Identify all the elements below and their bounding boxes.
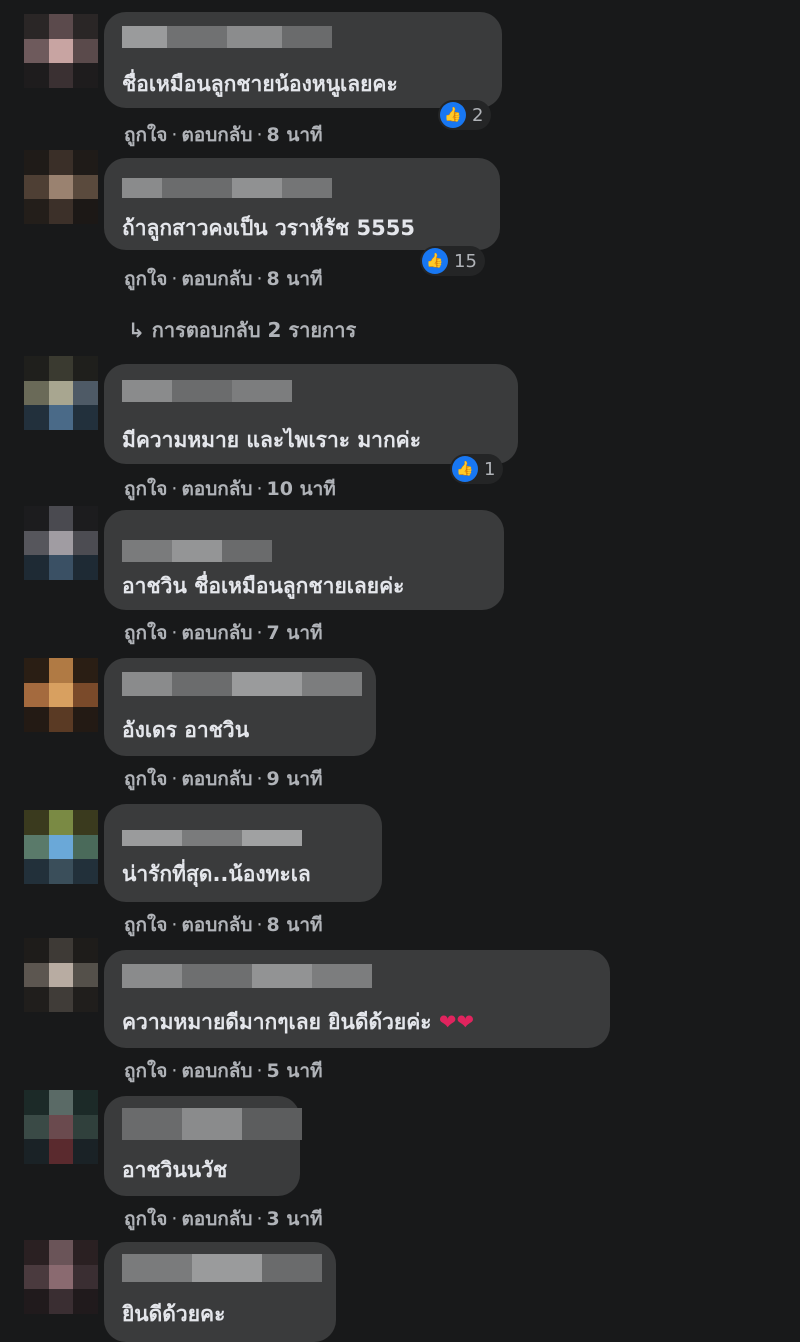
avatar[interactable]: [24, 810, 98, 884]
comment-actions: ถูกใจ · ตอบกลับ · 10 นาที: [124, 478, 336, 500]
blurred-author-name[interactable]: [122, 830, 302, 846]
comment-text: น่ารักที่สุด..น้องทะเล: [122, 862, 311, 886]
comment-actions: ถูกใจ · ตอบกลับ · 3 นาที: [124, 1208, 323, 1230]
blurred-author-name[interactable]: [122, 540, 272, 562]
like-thumb-icon: 👍: [452, 456, 478, 482]
heart-icon: ❤❤: [438, 1010, 475, 1034]
blurred-author-name[interactable]: [122, 964, 372, 988]
reply-link[interactable]: ตอบกลับ: [181, 124, 252, 146]
comment-actions: ถูกใจ · ตอบกลับ · 8 นาที: [124, 268, 323, 290]
view-replies-link[interactable]: ↳ การตอบกลับ 2 รายการ: [128, 314, 356, 346]
comment-bubble: ถ้าลูกสาวคงเป็น วราห์รัช 5555: [104, 158, 500, 250]
reply-link[interactable]: ตอบกลับ: [181, 1208, 252, 1230]
comment-time[interactable]: 9 นาที: [267, 768, 323, 790]
reply-link[interactable]: ตอบกลับ: [181, 914, 252, 936]
comment-bubble: อาชวินนวัช: [104, 1096, 302, 1196]
avatar[interactable]: [24, 150, 98, 224]
reaction-count[interactable]: 👍 1: [450, 454, 504, 484]
blurred-author-name[interactable]: [122, 1108, 302, 1140]
avatar[interactable]: [24, 1090, 98, 1164]
reply-link[interactable]: ตอบกลับ: [181, 1060, 252, 1082]
blurred-author-name[interactable]: [122, 672, 362, 696]
reply-link[interactable]: ตอบกลับ: [181, 622, 252, 644]
avatar[interactable]: [24, 356, 98, 430]
comment-bubble: ความหมายดีมากๆเลย ยินดีด้วยค่ะ ❤❤: [104, 950, 610, 1048]
comment-time[interactable]: 8 นาที: [267, 124, 323, 146]
like-thumb-icon: 👍: [422, 248, 448, 274]
avatar[interactable]: [24, 658, 98, 732]
comment-actions: ถูกใจ · ตอบกลับ · 8 นาที: [124, 124, 323, 146]
avatar[interactable]: [24, 14, 98, 88]
comment-bubble: น่ารักที่สุด..น้องทะเล: [104, 804, 382, 902]
reaction-count[interactable]: 👍 2: [438, 100, 492, 130]
comment-time[interactable]: 3 นาที: [267, 1208, 323, 1230]
like-link[interactable]: ถูกใจ: [124, 268, 167, 290]
comment-text: ชื่อเหมือนลูกชายน้องหนูเลยคะ: [122, 72, 398, 96]
reaction-count[interactable]: 👍 15: [420, 246, 485, 276]
comment-actions: ถูกใจ · ตอบกลับ · 7 นาที: [124, 622, 323, 644]
blurred-author-name[interactable]: [122, 380, 292, 402]
avatar[interactable]: [24, 1240, 98, 1314]
avatar[interactable]: [24, 938, 98, 1012]
like-link[interactable]: ถูกใจ: [124, 914, 167, 936]
comment-time[interactable]: 5 นาที: [267, 1060, 323, 1082]
comment-bubble: ยินดีด้วยคะ: [104, 1242, 336, 1342]
avatar[interactable]: [24, 506, 98, 580]
comment-bubble: อาชวิน ชื่อเหมือนลูกชายเลยค่ะ: [104, 510, 504, 610]
comment-text: อาชวิน ชื่อเหมือนลูกชายเลยค่ะ: [122, 574, 405, 598]
blurred-author-name[interactable]: [122, 1254, 322, 1282]
comment-time[interactable]: 8 นาที: [267, 268, 323, 290]
like-link[interactable]: ถูกใจ: [124, 622, 167, 644]
comment-text: อาชวินนวัช: [122, 1158, 228, 1182]
like-link[interactable]: ถูกใจ: [124, 1060, 167, 1082]
reply-link[interactable]: ตอบกลับ: [181, 478, 252, 500]
comment-text: มีความหมาย และไพเราะ มากค่ะ: [122, 428, 422, 452]
reply-link[interactable]: ตอบกลับ: [181, 268, 252, 290]
comment-bubble: มีความหมาย และไพเราะ มากค่ะ: [104, 364, 518, 464]
like-thumb-icon: 👍: [440, 102, 466, 128]
like-link[interactable]: ถูกใจ: [124, 124, 167, 146]
like-link[interactable]: ถูกใจ: [124, 1208, 167, 1230]
comment-time[interactable]: 10 นาที: [267, 478, 336, 500]
blurred-author-name[interactable]: [122, 26, 332, 48]
comment-bubble: อังเดร อาชวิน: [104, 658, 376, 756]
comment-actions: ถูกใจ · ตอบกลับ · 8 นาที: [124, 914, 323, 936]
like-link[interactable]: ถูกใจ: [124, 768, 167, 790]
blurred-author-name[interactable]: [122, 178, 332, 198]
comment-text: อังเดร อาชวิน: [122, 718, 250, 742]
comment-text: ยินดีด้วยคะ: [122, 1302, 226, 1326]
comment-time[interactable]: 7 นาที: [267, 622, 323, 644]
comment-actions: ถูกใจ · ตอบกลับ · 5 นาที: [124, 1060, 323, 1082]
comment-text: ความหมายดีมากๆเลย ยินดีด้วยค่ะ ❤❤: [122, 1010, 475, 1034]
like-link[interactable]: ถูกใจ: [124, 478, 167, 500]
reply-arrow-icon: ↳: [128, 318, 145, 342]
comment-actions: ถูกใจ · ตอบกลับ · 9 นาที: [124, 768, 323, 790]
reply-link[interactable]: ตอบกลับ: [181, 768, 252, 790]
comment-bubble: ชื่อเหมือนลูกชายน้องหนูเลยคะ: [104, 12, 502, 108]
comment-text: ถ้าลูกสาวคงเป็น วราห์รัช 5555: [122, 216, 415, 240]
comment-time[interactable]: 8 นาที: [267, 914, 323, 936]
